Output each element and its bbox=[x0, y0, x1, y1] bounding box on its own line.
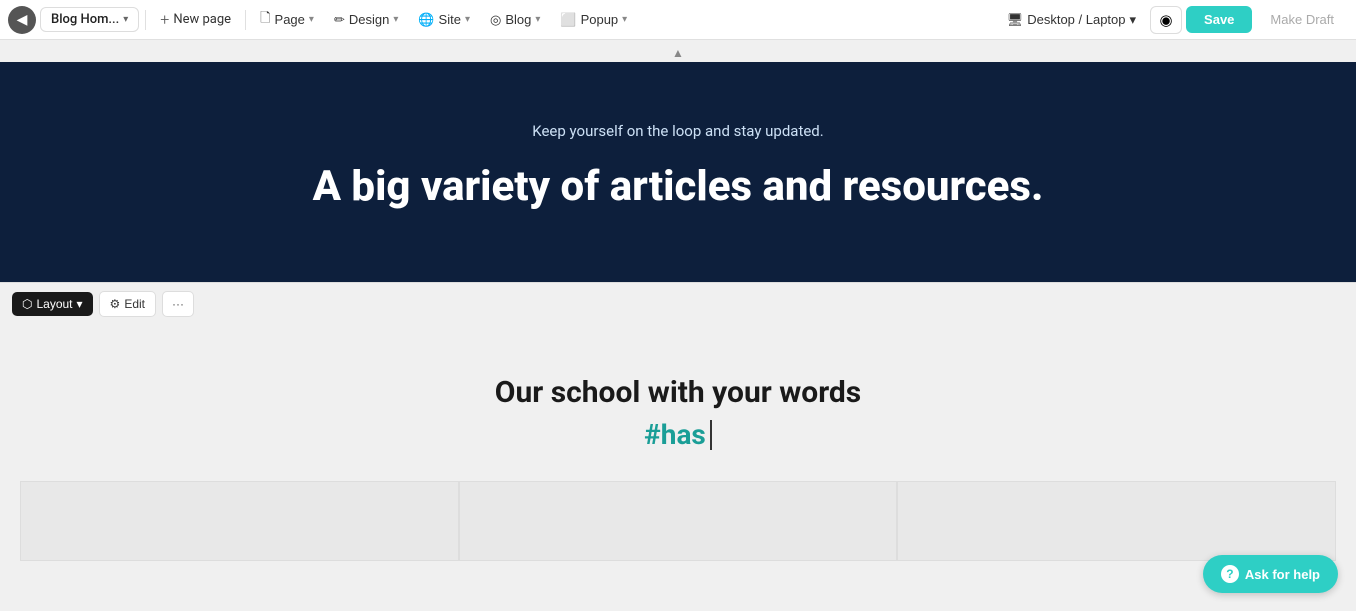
design-menu-icon: ✏ bbox=[334, 12, 345, 28]
hero-subtitle: Keep yourself on the loop and stay updat… bbox=[20, 122, 1336, 140]
blog-menu-label: Blog bbox=[505, 12, 531, 27]
design-menu-chevron: ▾ bbox=[393, 14, 398, 25]
layout-icon: ⬡ bbox=[22, 297, 32, 311]
preview-selector-button[interactable]: 🖥 Desktop / Laptop ▾ bbox=[997, 8, 1146, 32]
site-menu-button[interactable]: 🌐 Site ▾ bbox=[410, 8, 478, 32]
page-name-dropdown[interactable]: Blog Hom... ▾ bbox=[40, 7, 139, 32]
edit-gear-icon: ⚙ bbox=[110, 297, 121, 311]
blog-menu-button[interactable]: ◎ Blog ▾ bbox=[482, 8, 548, 32]
edit-label: Edit bbox=[124, 297, 145, 311]
cards-row bbox=[20, 481, 1336, 561]
eye-icon: ◉ bbox=[1160, 11, 1173, 29]
page-menu-button[interactable]: 🗋 Page ▾ bbox=[252, 5, 322, 35]
save-button[interactable]: Save bbox=[1186, 6, 1252, 33]
edit-button[interactable]: ⚙ Edit bbox=[99, 291, 156, 317]
back-icon: ◀ bbox=[17, 12, 28, 28]
up-arrow-icon: ▲ bbox=[672, 46, 684, 60]
section-controls-bar: ⬡ Layout ▾ ⚙ Edit ··· bbox=[0, 282, 1356, 325]
blog-menu-chevron: ▾ bbox=[535, 14, 540, 25]
card-2 bbox=[459, 481, 898, 561]
help-icon: ? bbox=[1221, 565, 1239, 583]
draft-label: Make Draft bbox=[1270, 12, 1334, 27]
toolbar: ◀ Blog Hom... ▾ + New page 🗋 Page ▾ ✏ De… bbox=[0, 0, 1356, 40]
new-page-label: New page bbox=[173, 12, 231, 27]
preview-icon: 🖥 bbox=[1007, 12, 1024, 28]
preview-chevron: ▾ bbox=[1130, 12, 1137, 28]
text-cursor bbox=[710, 420, 712, 450]
new-page-button[interactable]: + New page bbox=[152, 6, 239, 33]
popup-menu-button[interactable]: ⬜ Popup ▾ bbox=[552, 8, 635, 32]
site-menu-chevron: ▾ bbox=[465, 14, 470, 25]
page-name-chevron: ▾ bbox=[123, 14, 128, 25]
more-icon: ··· bbox=[172, 297, 184, 311]
content-title: Our school with your words bbox=[20, 375, 1336, 410]
hashtag-text: #has bbox=[644, 418, 706, 451]
blog-menu-icon: ◎ bbox=[490, 12, 501, 28]
content-section: Our school with your words #has bbox=[0, 325, 1356, 591]
site-menu-icon: 🌐 bbox=[418, 12, 434, 28]
hero-title: A big variety of articles and resources. bbox=[20, 162, 1336, 212]
popup-menu-chevron: ▾ bbox=[622, 14, 627, 25]
eye-button[interactable]: ◉ bbox=[1150, 6, 1182, 34]
ask-help-button[interactable]: ? Ask for help bbox=[1203, 555, 1338, 593]
site-menu-label: Site bbox=[439, 12, 461, 27]
hero-section: Keep yourself on the loop and stay updat… bbox=[0, 62, 1356, 282]
more-options-button[interactable]: ··· bbox=[162, 291, 194, 317]
back-button[interactable]: ◀ bbox=[8, 6, 36, 34]
page-name-label: Blog Hom... bbox=[51, 12, 119, 27]
canvas-top-arrow: ▲ bbox=[0, 40, 1356, 62]
popup-menu-label: Popup bbox=[581, 12, 619, 27]
make-draft-button[interactable]: Make Draft bbox=[1256, 6, 1348, 33]
preview-label: Desktop / Laptop bbox=[1027, 12, 1125, 27]
page-menu-chevron: ▾ bbox=[309, 14, 314, 25]
design-menu-button[interactable]: ✏ Design ▾ bbox=[326, 8, 406, 32]
card-1 bbox=[20, 481, 459, 561]
design-menu-label: Design bbox=[349, 12, 389, 27]
divider-1 bbox=[145, 10, 146, 30]
popup-menu-icon: ⬜ bbox=[560, 12, 576, 28]
content-hashtag: #has bbox=[20, 418, 1336, 451]
layout-chevron: ▾ bbox=[77, 297, 83, 311]
layout-button[interactable]: ⬡ Layout ▾ bbox=[12, 292, 93, 316]
page-menu-icon: 🗋 bbox=[260, 9, 270, 31]
layout-label: Layout bbox=[36, 297, 72, 311]
help-label: Ask for help bbox=[1245, 567, 1320, 582]
save-label: Save bbox=[1204, 12, 1234, 27]
card-3 bbox=[897, 481, 1336, 561]
page-menu-label: Page bbox=[275, 12, 305, 27]
divider-2 bbox=[245, 10, 246, 30]
new-page-icon: + bbox=[160, 10, 169, 29]
canvas: ▲ Keep yourself on the loop and stay upd… bbox=[0, 40, 1356, 611]
